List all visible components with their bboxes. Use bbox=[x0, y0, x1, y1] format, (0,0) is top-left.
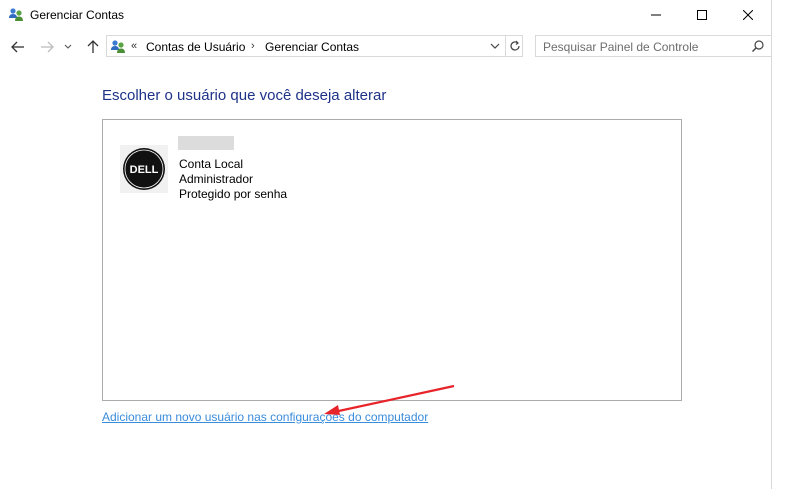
users-icon bbox=[8, 7, 24, 23]
refresh-button[interactable] bbox=[505, 36, 524, 56]
manage-accounts-window: Gerenciar Contas « Contas de Usuário › G… bbox=[0, 0, 772, 489]
users-icon bbox=[110, 39, 126, 55]
up-button[interactable] bbox=[84, 38, 102, 56]
account-name-redacted bbox=[178, 136, 234, 150]
close-icon bbox=[743, 10, 753, 20]
minimize-button[interactable] bbox=[633, 0, 679, 30]
page-heading: Escolher o usuário que você deseja alter… bbox=[102, 87, 387, 104]
breadcrumb-user-accounts[interactable]: Contas de Usuário bbox=[146, 40, 245, 54]
maximize-icon bbox=[697, 10, 707, 20]
search-icon[interactable] bbox=[751, 39, 765, 53]
search-input[interactable]: Pesquisar Painel de Controle bbox=[535, 35, 772, 57]
title-bar: Gerenciar Contas bbox=[0, 0, 771, 30]
accounts-list: DELL Conta Local Administrador Protegido… bbox=[102, 119, 682, 401]
account-type: Conta Local bbox=[179, 157, 244, 171]
recent-locations-button[interactable] bbox=[62, 38, 74, 56]
back-button[interactable] bbox=[9, 38, 27, 56]
breadcrumb-manage-accounts[interactable]: Gerenciar Contas bbox=[265, 40, 359, 54]
address-history-dropdown[interactable] bbox=[487, 36, 503, 56]
address-bar[interactable]: « Contas de Usuário › Gerenciar Contas bbox=[106, 35, 523, 57]
maximize-button[interactable] bbox=[679, 0, 725, 30]
red-arrow-annotation-icon bbox=[324, 384, 455, 415]
forward-arrow-icon bbox=[41, 41, 54, 53]
breadcrumb-overflow-button[interactable]: « bbox=[131, 40, 137, 52]
forward-button[interactable] bbox=[38, 38, 56, 56]
back-arrow-icon bbox=[11, 41, 24, 53]
breadcrumb-separator[interactable]: › bbox=[251, 40, 255, 52]
account-tile[interactable]: DELL Conta Local Administrador Protegido… bbox=[120, 135, 420, 205]
search-placeholder: Pesquisar Painel de Controle bbox=[543, 40, 699, 54]
refresh-icon bbox=[510, 40, 520, 51]
account-role: Administrador bbox=[179, 172, 254, 186]
chevron-down-icon bbox=[490, 43, 500, 49]
account-protection: Protegido por senha bbox=[179, 187, 288, 201]
up-arrow-icon bbox=[87, 40, 99, 53]
minimize-icon bbox=[651, 14, 661, 16]
dell-avatar-icon: DELL bbox=[120, 145, 168, 193]
close-button[interactable] bbox=[725, 0, 771, 30]
window-title: Gerenciar Contas bbox=[30, 8, 125, 22]
avatar-logo-text: DELL bbox=[130, 164, 159, 176]
recent-dropdown-icon bbox=[64, 44, 72, 49]
